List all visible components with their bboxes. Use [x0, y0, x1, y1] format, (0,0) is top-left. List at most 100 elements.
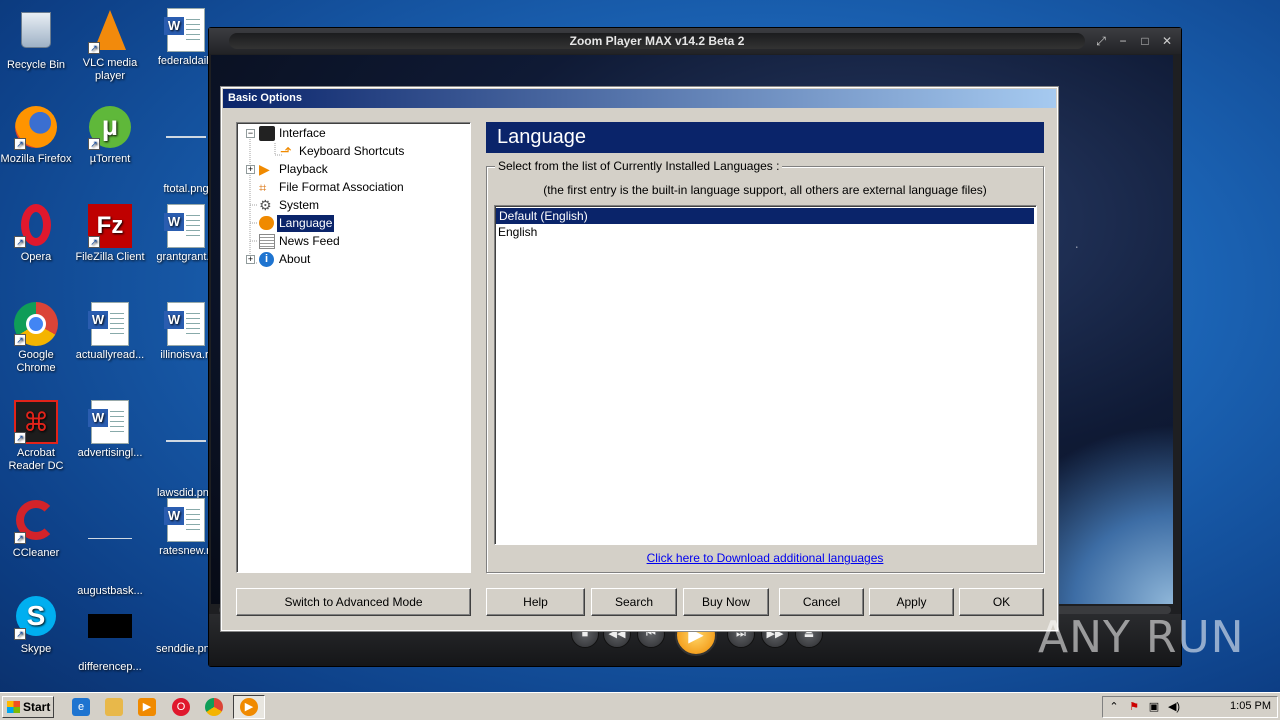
start-button[interactable]: Start	[2, 696, 54, 718]
windows-logo-icon	[7, 701, 20, 713]
shortcut-arrow-icon: ↗	[14, 432, 26, 444]
tree-item-label: System	[279, 198, 320, 212]
close-icon[interactable]: ✕	[1159, 33, 1175, 49]
desktop-icon-label: VLC media player	[82, 57, 138, 82]
image-file-icon	[88, 614, 132, 658]
list-item[interactable]: English	[495, 224, 1036, 240]
chrome-icon: ↗	[14, 302, 58, 346]
zoom-player-icon: ▶	[240, 698, 258, 716]
skype-icon: S ↗	[14, 596, 58, 640]
desktop-icon-label: differencep...	[78, 661, 142, 673]
acrobat-icon: ⌘ ↗	[14, 400, 58, 444]
shortcut-arrow-icon: ↗	[14, 138, 26, 150]
media-player-icon[interactable]: ▶	[138, 698, 156, 716]
desktop-icon-utorrent[interactable]: µ ↗ µTorrent	[72, 106, 148, 166]
tree-item-label: Interface	[279, 126, 326, 140]
panel-title: Language	[486, 122, 1044, 153]
fullscreen-icon[interactable]: ⤢	[1093, 33, 1109, 49]
desktop-icon-advertising[interactable]: W advertisingl...	[72, 400, 148, 460]
shortcut-arrow-icon: ↗	[88, 138, 100, 150]
expand-icon[interactable]: +	[246, 255, 255, 264]
player-titlebar[interactable]: Zoom Player MAX v14.2 Beta 2 ⤢ − □ ✕	[209, 28, 1181, 54]
interface-icon	[259, 126, 275, 141]
desktop-icon-opera[interactable]: ↗ Opera	[0, 204, 74, 264]
shortcut-arrow-icon: ↗	[14, 628, 26, 640]
dialog-title[interactable]: Basic Options	[223, 89, 1056, 108]
desktop-icon-actuallyread[interactable]: W actuallyread...	[72, 302, 148, 362]
desktop-icon-augustbask[interactable]: augustbask...	[72, 498, 148, 598]
ccleaner-icon: ↗	[14, 500, 58, 544]
desktop-icon-label: CCleaner	[12, 547, 60, 559]
word-document-icon: W	[164, 8, 208, 52]
start-label: Start	[23, 700, 51, 714]
action-center-icon[interactable]: ⚑	[1127, 700, 1141, 714]
tree-item-label: Keyboard Shortcuts	[299, 144, 405, 158]
word-document-icon: W	[88, 302, 132, 346]
list-item-selected[interactable]: Default (English)	[496, 208, 1034, 224]
language-groupbox: Select from the list of Currently Instal…	[486, 159, 1044, 573]
language-list[interactable]: Default (English) English	[494, 205, 1037, 545]
desktop-icon-skype[interactable]: S ↗ Skype	[0, 596, 74, 656]
folder-icon[interactable]	[105, 698, 123, 716]
desktop-icon-firefox[interactable]: ↗ Mozilla Firefox	[0, 106, 74, 166]
desktop-icon-filezilla[interactable]: Fz ↗ FileZilla Client	[72, 204, 148, 264]
minimize-icon[interactable]: −	[1115, 33, 1131, 49]
desktop-icon-vlc[interactable]: ↗ VLC media player	[72, 8, 148, 83]
firefox-icon: ↗	[14, 106, 58, 150]
shortcut-arrow-icon: ↗	[14, 334, 26, 346]
desktop-icon-ccleaner[interactable]: ↗ CCleaner	[0, 498, 74, 560]
maximize-icon[interactable]: □	[1137, 33, 1153, 49]
buy-now-button[interactable]: Buy Now	[683, 588, 769, 616]
desktop-icon-differencep[interactable]: differencep...	[72, 596, 148, 674]
apply-button[interactable]: Apply	[869, 588, 954, 616]
desktop-icon-label: Mozilla Firefox	[0, 153, 72, 165]
player-title: Zoom Player MAX v14.2 Beta 2	[229, 33, 1085, 49]
utorrent-icon: µ ↗	[88, 106, 132, 150]
search-button[interactable]: Search	[591, 588, 677, 616]
desktop-icon-label: µTorrent	[89, 153, 131, 165]
ok-button[interactable]: OK	[959, 588, 1044, 616]
shortcut-arrow-icon: ↗	[88, 42, 100, 54]
shortcut-arrow-icon: ↗	[14, 236, 26, 248]
internet-explorer-icon[interactable]: e	[72, 698, 90, 716]
image-file-icon	[88, 538, 132, 582]
show-hidden-icons-icon[interactable]: ⌃	[1107, 700, 1121, 714]
opera-taskbar-icon[interactable]: O	[172, 698, 190, 716]
word-document-icon: W	[164, 204, 208, 248]
desktop-icon-chrome[interactable]: ↗ Google Chrome	[0, 302, 74, 375]
desktop-icon-label: Google Chrome	[16, 349, 56, 374]
newspaper-icon	[259, 234, 275, 249]
clock[interactable]: 1:05 PM	[1230, 700, 1271, 712]
desktop-icon-label: Acrobat Reader DC	[8, 447, 64, 472]
desktop-icon-label: advertisingl...	[77, 447, 143, 459]
download-languages-link[interactable]: Click here to Download additional langua…	[487, 551, 1043, 565]
language-hint: (the first entry is the built-in languag…	[543, 183, 987, 197]
desktop-icon-recycle-bin[interactable]: Recycle Bin	[0, 8, 74, 72]
shortcut-arrow-icon: ↗	[88, 236, 100, 248]
chrome-taskbar-icon[interactable]	[205, 698, 223, 716]
language-icon	[259, 216, 274, 230]
cancel-button[interactable]: Cancel	[779, 588, 864, 616]
desktop-icon-acrobat[interactable]: ⌘ ↗ Acrobat Reader DC	[0, 400, 74, 473]
word-document-icon: W	[88, 400, 132, 444]
expand-icon[interactable]: +	[246, 165, 255, 174]
zoom-player-taskbar-button[interactable]: ▶	[233, 695, 265, 719]
recycle-bin-icon	[14, 12, 58, 56]
volume-icon[interactable]: ◀)	[1167, 700, 1181, 714]
group-legend: Select from the list of Currently Instal…	[495, 159, 783, 173]
image-file-icon	[164, 136, 208, 180]
opera-icon: ↗	[14, 204, 58, 248]
desktop-icon-label: FileZilla Client	[75, 251, 145, 263]
image-file-icon	[164, 596, 208, 640]
word-document-icon: W	[164, 302, 208, 346]
network-icon[interactable]: ▣	[1147, 700, 1161, 714]
switch-advanced-mode-button[interactable]: Switch to Advanced Mode	[236, 588, 471, 616]
image-file-icon	[164, 440, 208, 484]
collapse-icon[interactable]: −	[246, 129, 255, 138]
desktop-icon-label: Skype	[20, 643, 52, 655]
system-tray: ⌃ ⚑ ▣ ◀) 1:05 PM	[1102, 696, 1278, 718]
tree-item-label: Playback	[279, 162, 328, 176]
help-button[interactable]: Help	[486, 588, 585, 616]
tree-item-label: About	[279, 252, 311, 266]
gear-icon: ⚙	[259, 197, 272, 213]
